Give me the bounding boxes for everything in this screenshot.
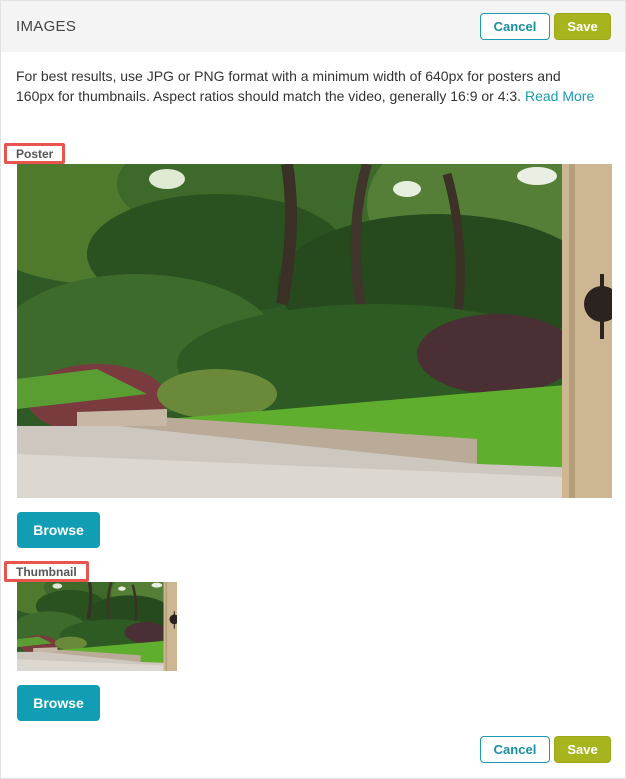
cancel-button[interactable]: Cancel	[480, 13, 550, 40]
thumbnail-browse-button[interactable]: Browse	[17, 685, 100, 721]
poster-image	[17, 164, 612, 498]
instructions-text: For best results, use JPG or PNG format …	[16, 68, 561, 104]
thumbnail-picture	[17, 582, 177, 671]
read-more-link[interactable]: Read More	[525, 88, 594, 104]
format-instructions: For best results, use JPG or PNG format …	[16, 67, 596, 106]
panel-title: IMAGES	[16, 18, 77, 35]
poster-picture	[17, 164, 612, 498]
panel-header: IMAGES Cancel Save	[1, 1, 625, 52]
thumbnail-image	[17, 582, 177, 671]
thumbnail-label: Thumbnail	[4, 561, 89, 582]
footer-save-button[interactable]: Save	[554, 736, 611, 763]
poster-label: Poster	[4, 143, 66, 164]
images-panel: IMAGES Cancel Save For best results, use…	[0, 0, 626, 779]
save-button[interactable]: Save	[554, 13, 611, 40]
poster-browse-button[interactable]: Browse	[17, 512, 100, 548]
footer-cancel-button[interactable]: Cancel	[480, 736, 550, 763]
